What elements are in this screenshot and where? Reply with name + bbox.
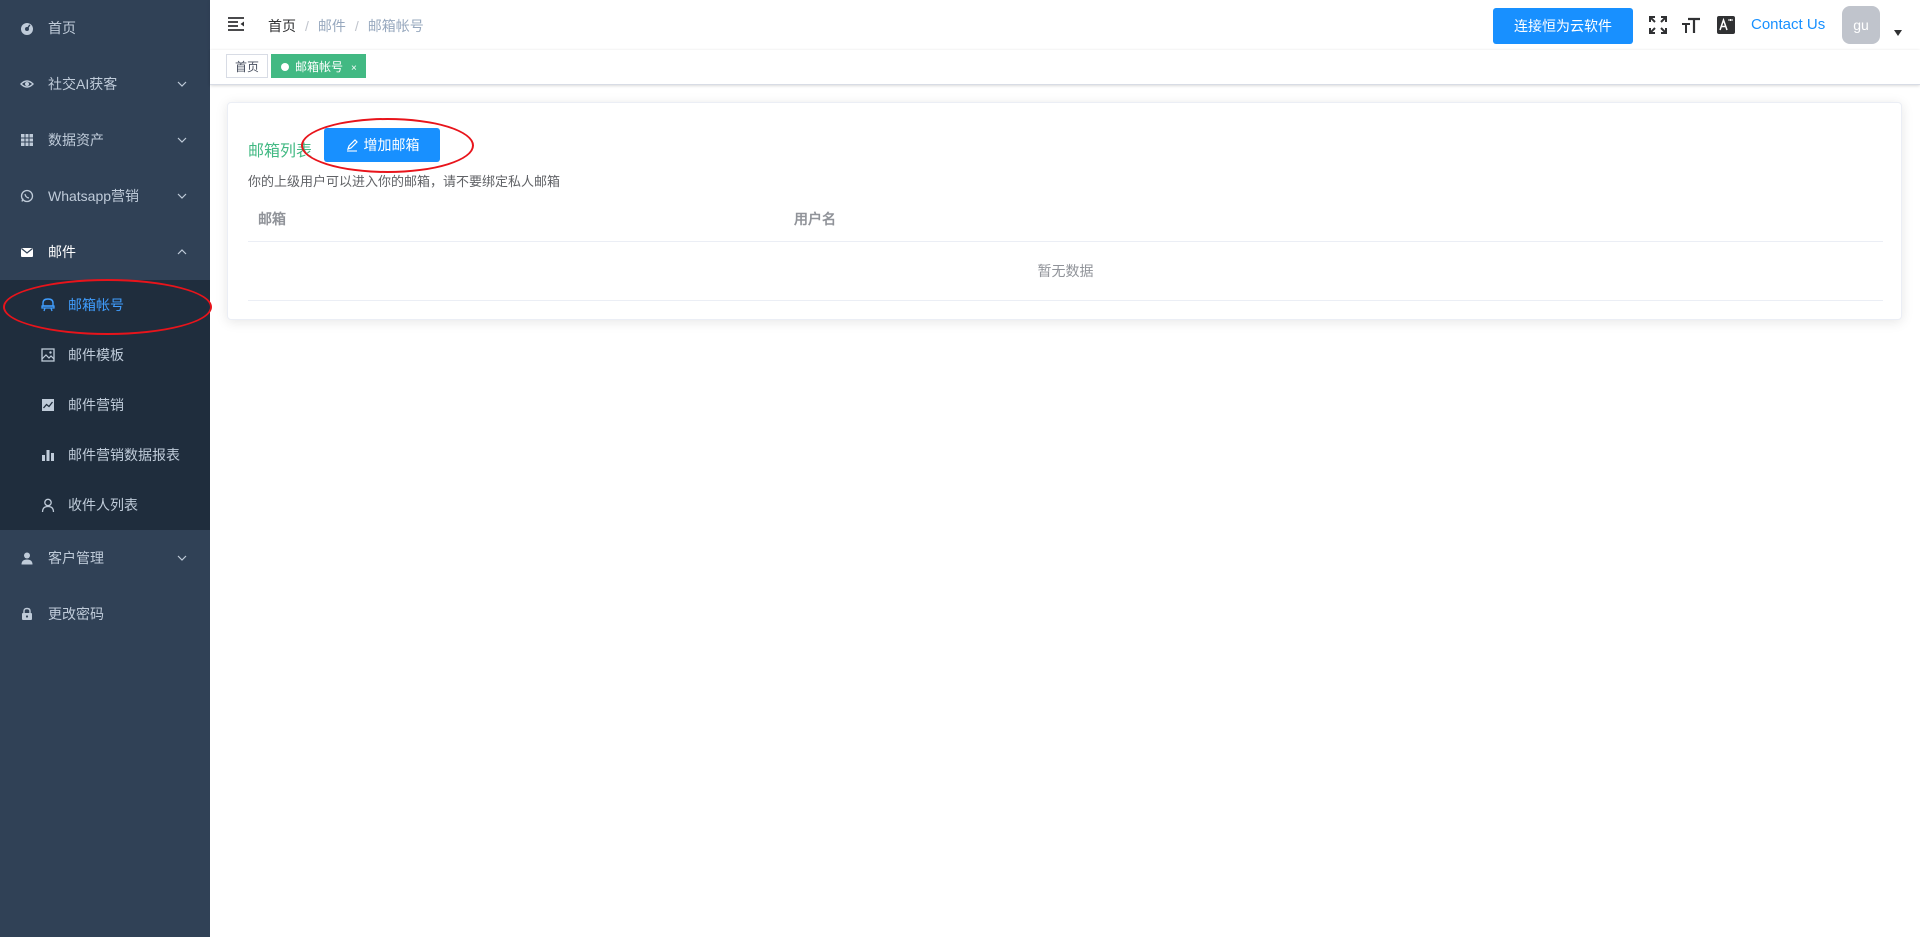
sidebar-item-label: Whatsapp营销 bbox=[48, 188, 140, 204]
chevron-down-icon bbox=[177, 81, 187, 87]
dashboard-icon bbox=[20, 21, 34, 35]
sidebar-item-customers[interactable]: 客户管理 bbox=[0, 530, 210, 586]
contact-us-link[interactable]: Contact Us bbox=[1751, 16, 1825, 33]
font-size-icon[interactable] bbox=[1681, 15, 1701, 35]
main-area: 首页 / 邮件 / 邮箱帐号 连接恒为云软件 Contact Us gu 首页 … bbox=[210, 0, 1920, 937]
mail-submenu: 邮箱帐号 邮件模板 邮件营销 邮件营销数据报表 收件人列表 bbox=[0, 280, 210, 530]
sidebar-item-whatsapp[interactable]: Whatsapp营销 bbox=[0, 168, 210, 224]
edit-icon bbox=[346, 139, 358, 152]
sidebar-item-label: 邮件营销 bbox=[68, 397, 124, 413]
breadcrumb: 首页 / 邮件 / 邮箱帐号 bbox=[268, 16, 424, 36]
sidebar-item-label: 邮箱帐号 bbox=[68, 297, 124, 313]
sidebar-item-label: 邮件模板 bbox=[68, 347, 124, 363]
sidebar-item-label: 邮件 bbox=[48, 244, 76, 260]
avatar[interactable]: gu bbox=[1842, 6, 1880, 44]
tag-home[interactable]: 首页 bbox=[226, 54, 269, 78]
person-icon bbox=[40, 497, 56, 513]
sidebar-item-mail-marketing[interactable]: 邮件营销 bbox=[0, 380, 210, 430]
sidebar-item-label: 首页 bbox=[48, 20, 76, 36]
tag-label: 邮箱帐号 bbox=[295, 60, 344, 74]
tag-mail-account[interactable]: 邮箱帐号 × bbox=[271, 54, 366, 78]
sidebar-item-mail-account[interactable]: 邮箱帐号 bbox=[0, 280, 210, 330]
sidebar-item-label: 收件人列表 bbox=[68, 497, 138, 513]
hamburger-icon[interactable] bbox=[227, 15, 245, 33]
add-mailbox-button[interactable]: 增加邮箱 bbox=[324, 128, 440, 162]
grid-icon bbox=[20, 133, 34, 147]
sidebar-item-label: 客户管理 bbox=[48, 550, 104, 566]
card-tip: 你的上级用户可以进入你的邮箱，请不要绑定私人邮箱 bbox=[248, 174, 561, 189]
breadcrumb-home[interactable]: 首页 bbox=[268, 16, 296, 36]
chevron-down-icon bbox=[177, 193, 187, 199]
mail-account-icon bbox=[40, 297, 56, 313]
sidebar-item-label: 更改密码 bbox=[48, 606, 104, 622]
translate-icon[interactable] bbox=[1716, 15, 1736, 35]
add-mailbox-label: 增加邮箱 bbox=[363, 137, 420, 153]
eye-icon bbox=[20, 77, 34, 91]
whatsapp-icon bbox=[20, 189, 34, 203]
connect-software-button[interactable]: 连接恒为云软件 bbox=[1493, 8, 1633, 44]
column-username: 用户名 bbox=[794, 211, 836, 227]
sidebar-item-mail[interactable]: 邮件 bbox=[0, 224, 210, 280]
bar-chart-icon bbox=[40, 447, 56, 463]
mailbox-list-card: 邮箱列表 增加邮箱 你的上级用户可以进入你的邮箱，请不要绑定私人邮箱 邮箱 用户… bbox=[227, 102, 1902, 320]
sidebar-item-data-assets[interactable]: 数据资产 bbox=[0, 112, 210, 168]
sidebar-item-social-ai[interactable]: 社交AI获客 bbox=[0, 56, 210, 112]
chevron-down-icon bbox=[177, 555, 187, 561]
sidebar-item-recipients[interactable]: 收件人列表 bbox=[0, 480, 210, 530]
close-icon[interactable]: × bbox=[351, 63, 357, 74]
empty-state: 暂无数据 bbox=[248, 242, 1883, 301]
column-email: 邮箱 bbox=[258, 211, 286, 227]
image-icon bbox=[40, 347, 56, 363]
mail-icon bbox=[20, 245, 34, 259]
sidebar-item-label: 数据资产 bbox=[48, 132, 104, 148]
chevron-up-icon bbox=[177, 249, 187, 255]
mailbox-table: 邮箱 用户名 暂无数据 bbox=[248, 197, 1883, 301]
sidebar-item-label: 社交AI获客 bbox=[48, 76, 118, 92]
sidebar-item-label: 邮件营销数据报表 bbox=[68, 447, 180, 463]
active-dot-icon bbox=[281, 62, 289, 71]
table-header: 邮箱 用户名 bbox=[248, 197, 1883, 242]
breadcrumb-mail-account: 邮箱帐号 bbox=[367, 18, 424, 34]
sidebar-item-home[interactable]: 首页 bbox=[0, 0, 210, 56]
card-title: 邮箱列表 bbox=[248, 143, 313, 160]
sidebar-item-change-password[interactable]: 更改密码 bbox=[0, 586, 210, 642]
fullscreen-icon[interactable] bbox=[1648, 15, 1668, 35]
sidebar-item-mail-report[interactable]: 邮件营销数据报表 bbox=[0, 430, 210, 480]
tags-view: 首页 邮箱帐号 × bbox=[210, 50, 1920, 85]
line-chart-icon bbox=[40, 397, 56, 413]
caret-down-icon[interactable] bbox=[1894, 30, 1902, 36]
breadcrumb-mail: 邮件 bbox=[317, 18, 346, 34]
user-icon bbox=[20, 551, 34, 565]
lock-icon bbox=[20, 607, 34, 621]
navbar: 首页 / 邮件 / 邮箱帐号 连接恒为云软件 Contact Us gu bbox=[210, 0, 1920, 50]
sidebar-item-mail-template[interactable]: 邮件模板 bbox=[0, 330, 210, 380]
sidebar: 首页 社交AI获客 数据资产 Whatsapp营销 邮件 邮箱帐号 邮件模板 邮… bbox=[0, 0, 210, 937]
chevron-down-icon bbox=[177, 137, 187, 143]
